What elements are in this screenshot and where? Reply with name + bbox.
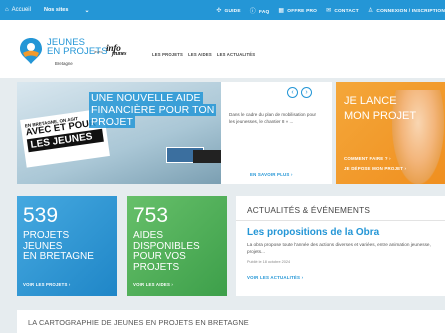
brand-region: Bretagne xyxy=(55,61,73,66)
carousel-controls: ‹ › xyxy=(287,87,312,98)
aides-count: 753 xyxy=(133,204,169,227)
nav-offre-pro-label: OFFRE PRO xyxy=(287,8,318,14)
aides-line3: POUR VOS xyxy=(133,251,186,262)
top-nav: ✣ GUIDE ⓘ FAQ ▦ OFFRE PRO ✉ CONTACT ♙ CONNEXI… xyxy=(216,0,445,20)
aides-count-tile[interactable]: 753 AIDES DISPONIBLES POUR VOS PROJETS V… xyxy=(127,196,227,296)
see-aides-link[interactable]: VOIR LES AIDES › xyxy=(133,282,173,287)
nav-contact-label: CONTACT xyxy=(334,8,359,14)
hero-card-image-dark xyxy=(193,150,221,163)
hero-slide-image[interactable]: EN BRETAGNE, ON AGIT AVEC ET POUR LES JE… xyxy=(17,82,221,184)
projects-line3: EN BRETAGNE xyxy=(23,251,94,262)
hero-title: UNE NOUVELLE AIDE FINANCIÈRE POUR TON PR… xyxy=(89,92,217,128)
projects-line1: PROJETS xyxy=(23,230,70,241)
grid-icon: ▦ xyxy=(278,7,285,14)
home-link[interactable]: ⌂ Accueil xyxy=(0,7,31,13)
news-title[interactable]: Les propositions de la Obra xyxy=(247,227,379,238)
launch-project-panel: JE LANCE MON PROJET COMMENT FAIRE ? › JE… xyxy=(336,82,445,184)
main-menu: LES PROJETS LES AIDES LES ACTUALITÉS xyxy=(152,52,255,57)
mail-icon: ✉ xyxy=(326,7,332,14)
see-projects-link[interactable]: VOIR LES PROJETS › xyxy=(23,282,71,287)
nav-guide-label: GUIDE xyxy=(224,8,241,14)
news-panel: ACTUALITÉS & ÉVÉNEMENTS Les propositions… xyxy=(236,196,445,296)
carousel-prev-button[interactable]: ‹ xyxy=(287,87,298,98)
how-to-link[interactable]: COMMENT FAIRE ? › xyxy=(344,156,391,161)
aides-tile-text: AIDES DISPONIBLES POUR VOS PROJETS xyxy=(133,230,200,273)
hero-title-line1: UNE NOUVELLE AIDE xyxy=(89,92,203,104)
home-icon: ⌂ xyxy=(5,7,9,13)
nav-faq[interactable]: ⓘ FAQ xyxy=(250,6,270,15)
nav-faq-label: FAQ xyxy=(258,9,270,15)
cartography-section: LA CARTOGRAPHIE DE JEUNES EN PROJETS EN … xyxy=(17,310,445,333)
submit-project-link[interactable]: JE DÉPOSE MON PROJET › xyxy=(344,166,406,171)
launch-line2: MON PROJET xyxy=(344,110,417,122)
projects-tile-text: PROJETS JEUNES EN BRETAGNE xyxy=(23,230,94,263)
nav-guide[interactable]: ✣ GUIDE xyxy=(216,7,240,14)
projects-line2: JEUNES xyxy=(23,240,63,252)
nav-contact[interactable]: ✉ CONTACT xyxy=(326,7,359,14)
aides-line4: PROJETS xyxy=(133,261,180,273)
site-logo[interactable] xyxy=(18,37,44,65)
projects-count-tile[interactable]: 539 PROJETS JEUNES EN BRETAGNE VOIR LES … xyxy=(17,196,117,296)
nav-connexion[interactable]: ♙ CONNEXION / INSCRIPTION xyxy=(368,7,445,14)
partner-logo[interactable]: info jeunes xyxy=(106,44,127,57)
news-divider xyxy=(236,220,445,221)
home-label: Accueil xyxy=(11,7,31,13)
nav-connexion-label: CONNEXION / INSCRIPTION xyxy=(376,8,445,14)
sites-dropdown[interactable]: Nos sites ⌄ xyxy=(44,7,90,14)
launch-title: JE LANCE MON PROJET xyxy=(344,94,416,124)
aides-line1: AIDES xyxy=(133,230,164,241)
hero-more-link[interactable]: EN SAVOIR PLUS › xyxy=(250,172,293,177)
puzzle-icon: ✣ xyxy=(216,7,222,14)
menu-aides[interactable]: LES AIDES xyxy=(188,52,212,57)
news-description: La obra propose toute l'année des action… xyxy=(247,242,431,254)
chevron-down-icon: ⌄ xyxy=(84,7,90,14)
top-bar: ⌂ Accueil Nos sites ⌄ ✣ GUIDE ⓘ FAQ ▦ OFFRE… xyxy=(0,0,445,20)
hero-title-line2: FINANCIÈRE POUR TON xyxy=(89,104,217,116)
news-heading: ACTUALITÉS & ÉVÉNEMENTS xyxy=(247,205,371,215)
help-icon: ⓘ xyxy=(249,8,256,15)
aides-line2: DISPONIBLES xyxy=(133,240,200,252)
sites-label: Nos sites xyxy=(43,7,69,13)
see-news-link[interactable]: VOIR LES ACTUALITÉS › xyxy=(247,275,303,280)
news-date: Publié le 18 octobre 2024 xyxy=(247,260,291,264)
projects-count: 539 xyxy=(23,204,59,227)
menu-projets[interactable]: LES PROJETS xyxy=(152,52,183,57)
hero-text: Dans le cadre du plan de mobilisation po… xyxy=(229,112,317,124)
carousel-next-button[interactable]: › xyxy=(301,87,312,98)
launch-line1: JE LANCE xyxy=(344,95,397,107)
hero-side-panel: ‹ › Dans le cadre du plan de mobilisatio… xyxy=(221,82,332,184)
menu-actualites[interactable]: LES ACTUALITÉS xyxy=(217,52,255,57)
avec-label: avec xyxy=(94,49,103,54)
hero-title-line3: PROJET xyxy=(89,116,136,128)
cartography-heading: LA CARTOGRAPHIE DE JEUNES EN PROJETS EN … xyxy=(28,318,249,327)
user-icon: ♙ xyxy=(367,7,374,14)
nav-offre-pro[interactable]: ▦ OFFRE PRO xyxy=(278,7,317,14)
